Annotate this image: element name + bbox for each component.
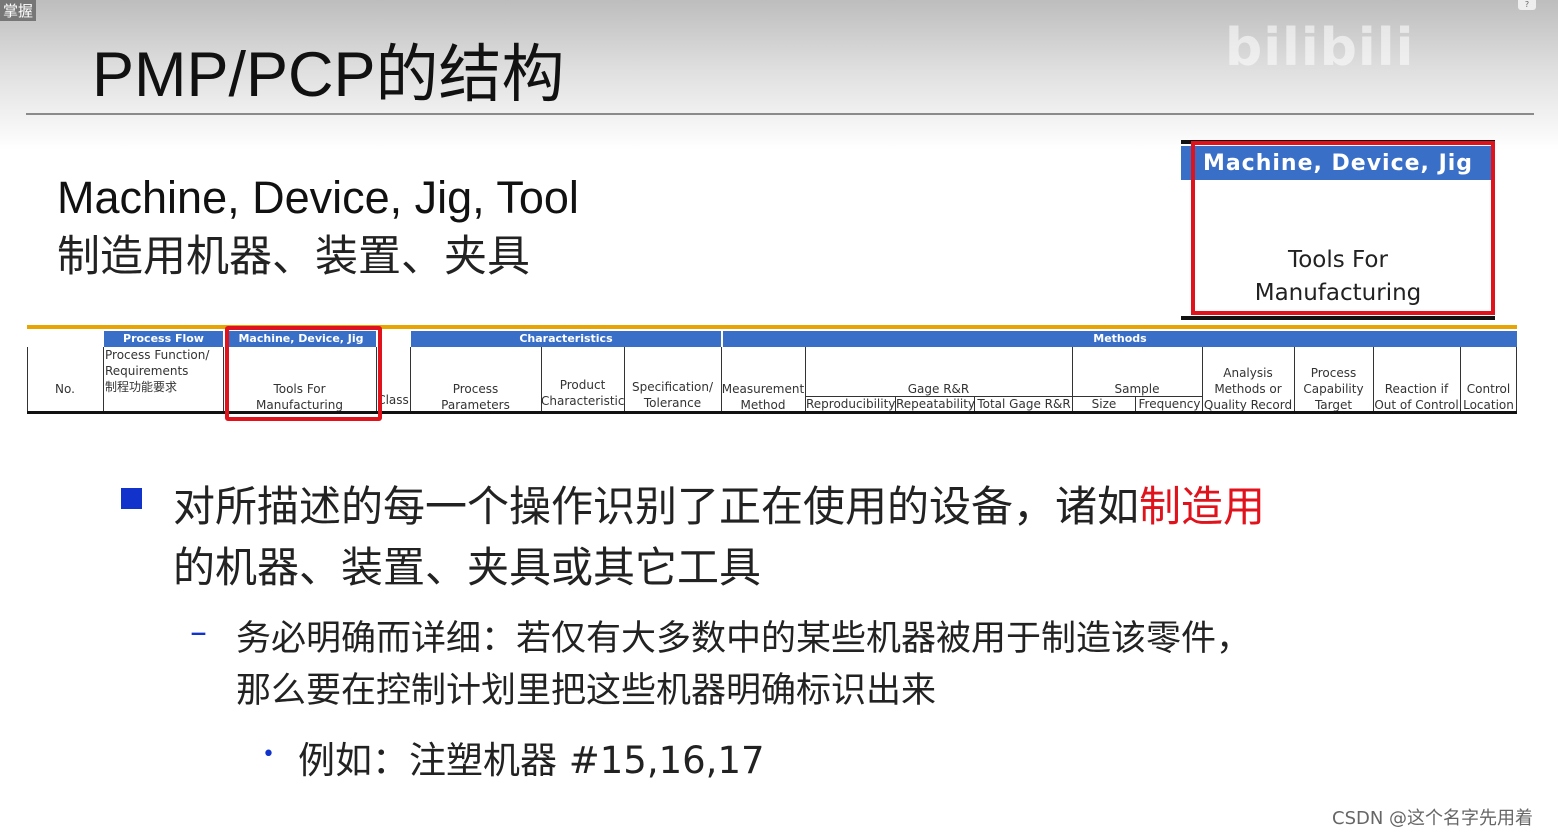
col-total-gage: Total Gage R&R — [974, 396, 1073, 412]
col-product-characteristic: Product Characteristic — [541, 377, 624, 409]
table-highlight-frame — [225, 326, 382, 421]
col-reaction: Reaction if Out of Control — [1373, 381, 1460, 413]
col-process-function-line1: Process Function/ — [105, 348, 210, 362]
col-ctrl-line1: Control — [1466, 382, 1511, 396]
sub-bullet-line2: 那么要在控制计划里把这些机器明确标识出来 — [236, 671, 937, 711]
col-reproducibility: Reproducibility — [805, 396, 896, 412]
col-anal-line1: Analysis — [1223, 366, 1273, 380]
col-process-function-line2: Requirements — [105, 364, 189, 378]
col-cap-line2: Capability — [1303, 382, 1364, 396]
heading-english: Machine, Device, Jig, Tool — [57, 172, 579, 223]
col-anal-line2: Methods or — [1214, 382, 1282, 396]
col-gage-rr: Gage R&R — [907, 382, 970, 396]
corner-label: 掌握 — [0, 0, 37, 21]
col-analysis: Analysis Methods or Quality Record — [1202, 365, 1294, 413]
col-sample-size: Size — [1072, 396, 1135, 412]
col-cap-line1: Process — [1310, 366, 1357, 380]
square-bullet-icon — [121, 488, 142, 509]
bullet-main-line2: 的机器、装置、夹具或其它工具 — [173, 543, 762, 592]
watermark-logo: bilibili — [1225, 18, 1414, 78]
col-no: No. — [55, 382, 75, 396]
col-prod-line1: Product — [559, 378, 606, 392]
col-specification: Specification/ Tolerance — [624, 379, 721, 411]
bullet-main-text: 对所描述的每一个操作识别了正在使用的设备，诸如 — [173, 482, 1140, 531]
col-repeatability: Repeatability — [895, 396, 976, 412]
col-pp-line1: Process — [452, 382, 499, 396]
dash-bullet-icon: – — [190, 612, 207, 652]
col-react-line1: Reaction if — [1384, 382, 1449, 396]
bullet-main-line1: 对所描述的每一个操作识别了正在使用的设备，诸如制造用 — [173, 473, 1265, 534]
col-divider — [27, 347, 28, 411]
example-line: 例如：注塑机器 #15,16,17 — [298, 739, 765, 782]
slide-title: PMP/PCP的结构 — [92, 40, 565, 110]
col-sample-frequency: Frequency — [1135, 396, 1203, 412]
col-meas-line1: Measurement — [721, 382, 805, 396]
col-process-parameters: Process Parameters — [410, 381, 541, 413]
sub-bullet-line1: 务必明确而详细：若仅有大多数中的某些机器被用于制造该零件， — [236, 619, 1252, 659]
col-process-function-line3: 制程功能要求 — [105, 380, 178, 394]
footer-credit: CSDN @这个名字先用着 — [1332, 808, 1534, 829]
col-capability: Process Capability Target — [1294, 365, 1373, 413]
help-icon[interactable]: ? — [1518, 0, 1536, 10]
heading-chinese: 制造用机器、装置、夹具 — [57, 232, 530, 282]
col-prod-line2: Characteristic — [541, 394, 625, 408]
callout-highlight-frame — [1191, 141, 1495, 315]
col-sample: Sample — [1114, 382, 1160, 396]
col-divider — [103, 347, 104, 411]
col-process-function: Process Function/ Requirements 制程功能要求 — [105, 347, 223, 395]
band-methods: Methods — [723, 331, 1517, 347]
col-spec-line1: Specification/ — [631, 380, 714, 394]
band-characteristics: Characteristics — [411, 331, 721, 347]
col-measurement: Measurement Method — [721, 381, 805, 413]
watermark-text: bilibili — [1225, 18, 1415, 78]
title-divider — [26, 113, 1534, 115]
bullet-main-highlight: 制造用 — [1139, 482, 1266, 531]
band-process-flow: Process Flow — [104, 331, 223, 347]
dot-bullet-icon: • — [262, 742, 275, 767]
col-control-location: Control Location — [1460, 381, 1517, 413]
col-spec-line2: Tolerance — [643, 396, 702, 410]
